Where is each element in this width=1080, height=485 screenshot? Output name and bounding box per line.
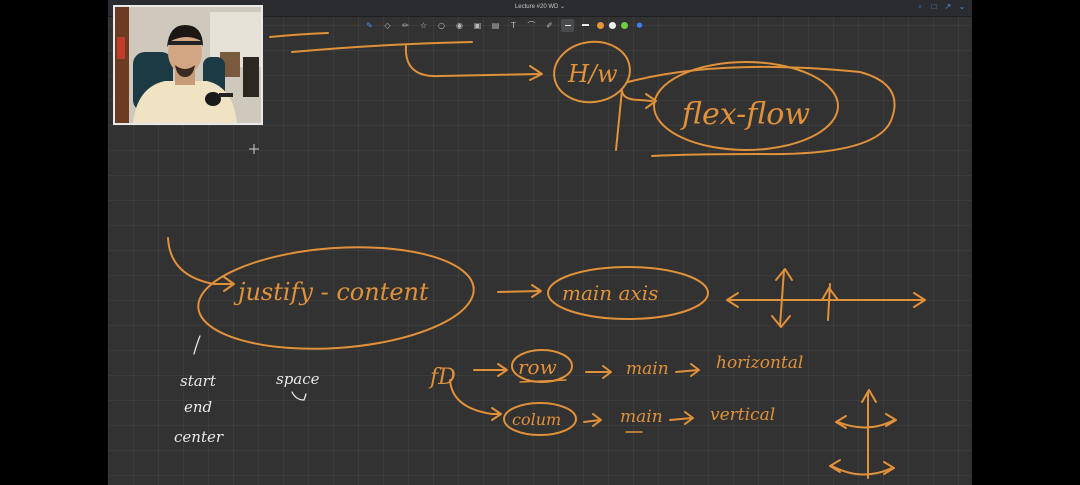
flexflow-label: flex-flow (680, 97, 810, 132)
hw-to-flexflow-arrow (615, 89, 653, 151)
arrow-to-main-axis (497, 290, 541, 293)
main1-to-horizontal-arrow (675, 369, 699, 373)
arrow-to-hw-head (529, 65, 543, 81)
rotation-loop-upper-left-head (835, 415, 847, 429)
main-label-1: main (626, 359, 669, 379)
horizontal-label: horizontal (716, 353, 803, 373)
space-arrow (291, 391, 307, 401)
end-label: end (184, 398, 212, 416)
ink-canvas[interactable]: H/w flex-flow justify - content main axi… (0, 0, 1080, 485)
bracket-mark (193, 335, 201, 355)
space-label: space (276, 370, 320, 388)
rotation-loop-upper-right-head (885, 413, 897, 427)
row-label: row (518, 355, 557, 379)
hw-label: H/w (567, 60, 618, 88)
main-axis-label: main axis (562, 281, 658, 305)
main-label-2: main (620, 407, 663, 427)
arrow-to-hw (404, 45, 541, 78)
top-stroke-1 (269, 32, 329, 38)
start-label: start (180, 372, 217, 390)
vertical-double-arrow-1 (779, 269, 785, 327)
vertical-label: vertical (710, 405, 775, 425)
cursor-crosshair-icon (249, 144, 259, 154)
main2-to-vertical-arrow (669, 417, 693, 421)
center-label: center (174, 428, 224, 446)
justify-content-label: justify - content (233, 278, 429, 306)
rotation-loop-lower (831, 465, 893, 476)
rotation-loop-lower-left-head (829, 459, 841, 473)
column-label: colum (512, 410, 561, 429)
top-stroke-2 (291, 41, 473, 53)
rotation-loop-lower-right-head (883, 461, 895, 475)
